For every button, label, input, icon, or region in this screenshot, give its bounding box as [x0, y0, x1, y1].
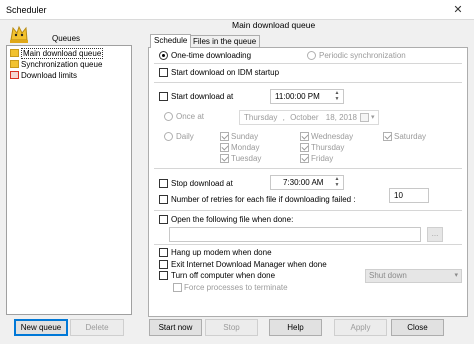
close-window-icon[interactable]: ✕ — [442, 0, 474, 20]
help-button[interactable]: Help — [269, 319, 322, 336]
chevron-down-icon[interactable]: ▾ — [371, 111, 375, 124]
panel-title: Main download queue — [232, 20, 316, 30]
browse-button[interactable]: ... — [427, 227, 443, 242]
retries-checkbox[interactable] — [159, 195, 168, 204]
chevron-down-icon: ▾ — [454, 272, 458, 279]
thursday-checkbox[interactable] — [300, 143, 309, 152]
queue-item-label: Main download queue — [21, 48, 104, 59]
queue-item-limits[interactable]: Download limits — [10, 71, 77, 81]
date-field[interactable]: Thursday , October 18, 2018 ▾ — [239, 110, 379, 125]
divider — [154, 82, 462, 83]
one-time-radio[interactable] — [159, 51, 168, 60]
friday-checkbox[interactable] — [300, 154, 309, 163]
one-time-label: One-time downloading — [171, 51, 252, 60]
once-at-radio[interactable] — [164, 112, 173, 121]
wednesday-label: Wednesday — [311, 132, 354, 141]
wednesday-checkbox[interactable] — [300, 132, 309, 141]
start-now-button[interactable]: Start now — [149, 319, 202, 336]
monday-checkbox[interactable] — [220, 143, 229, 152]
start-on-startup-label: Start download on IDM startup — [171, 68, 280, 77]
periodic-radio[interactable] — [307, 51, 316, 60]
turn-off-checkbox[interactable] — [159, 271, 168, 280]
start-time-field[interactable]: 11:00:00 PM ▲ ▼ — [270, 89, 344, 104]
stop-at-checkbox[interactable] — [159, 179, 168, 188]
friday-label: Friday — [311, 154, 334, 163]
time-spinner-icon[interactable]: ▲ ▼ — [333, 90, 341, 102]
idm-logo-icon — [10, 25, 28, 43]
queue-item-label: Synchronization queue — [21, 60, 103, 69]
folder-icon — [10, 60, 19, 68]
date-day: Thursday — [244, 113, 278, 122]
queue-list[interactable]: Main download queue Synchronization queu… — [6, 45, 132, 315]
hang-up-label: Hang up modem when done — [171, 248, 272, 257]
tuesday-label: Tuesday — [231, 154, 262, 163]
date-month: October — [290, 113, 319, 122]
divider — [154, 210, 462, 211]
calendar-icon[interactable] — [360, 113, 369, 122]
apply-button[interactable]: Apply — [334, 319, 387, 336]
divider — [154, 244, 462, 245]
open-file-label: Open the following file when done: — [171, 215, 294, 224]
tuesday-checkbox[interactable] — [220, 154, 229, 163]
retries-field[interactable]: 10 — [389, 188, 429, 203]
divider — [154, 168, 462, 169]
stop-at-label: Stop download at — [171, 179, 233, 188]
retries-value: 10 — [394, 191, 403, 200]
window-title: Scheduler — [6, 5, 47, 15]
queues-heading: Queues — [52, 34, 81, 43]
tab-schedule[interactable]: Schedule — [150, 34, 192, 48]
turn-off-label: Turn off computer when done — [171, 271, 276, 280]
delete-queue-button[interactable]: Delete — [70, 319, 124, 336]
retries-label: Number of retries for each file if downl… — [171, 195, 356, 204]
exit-idm-checkbox[interactable] — [159, 260, 168, 269]
date-rest: 18, 2018 — [325, 113, 357, 122]
close-button[interactable]: Close — [391, 319, 444, 336]
folder-icon — [10, 49, 19, 57]
periodic-label: Periodic synchronization — [319, 51, 406, 60]
date-separator: , — [282, 113, 285, 122]
start-time-value: 11:00:00 PM — [275, 92, 320, 101]
once-at-label: Once at — [176, 112, 205, 121]
title-bar: Scheduler ✕ — [0, 0, 474, 20]
thursday-label: Thursday — [311, 143, 345, 152]
exit-idm-label: Exit Internet Download Manager when done — [171, 260, 327, 269]
stop-button[interactable]: Stop — [205, 319, 258, 336]
stop-time-field[interactable]: 7:30:00 AM ▲ ▼ — [270, 175, 344, 190]
daily-radio[interactable] — [164, 132, 173, 141]
time-spinner-icon[interactable]: ▲ ▼ — [333, 176, 341, 188]
shutdown-select[interactable]: Shut down ▾ — [365, 269, 462, 283]
saturday-label: Saturday — [394, 132, 427, 141]
sunday-label: Sunday — [231, 132, 259, 141]
start-at-label: Start download at — [171, 92, 234, 101]
daily-label: Daily — [176, 132, 194, 141]
divider — [154, 63, 462, 64]
open-file-checkbox[interactable] — [159, 215, 168, 224]
saturday-checkbox[interactable] — [383, 132, 392, 141]
start-at-checkbox[interactable] — [159, 92, 168, 101]
queue-item-main[interactable]: Main download queue — [10, 48, 104, 59]
force-terminate-checkbox[interactable] — [173, 283, 182, 292]
monday-label: Monday — [231, 143, 260, 152]
sunday-checkbox[interactable] — [220, 132, 229, 141]
stop-time-value: 7:30:00 AM — [283, 178, 324, 187]
queue-item-label: Download limits — [21, 71, 78, 80]
limit-icon — [10, 71, 19, 79]
queue-item-sync[interactable]: Synchronization queue — [10, 60, 102, 70]
hang-up-checkbox[interactable] — [159, 248, 168, 257]
force-terminate-label: Force processes to terminate — [184, 283, 288, 292]
start-on-startup-checkbox[interactable] — [159, 68, 168, 77]
shutdown-value: Shut down — [369, 271, 407, 280]
open-file-path-field[interactable] — [169, 227, 421, 242]
new-queue-button[interactable]: New queue — [14, 319, 68, 336]
